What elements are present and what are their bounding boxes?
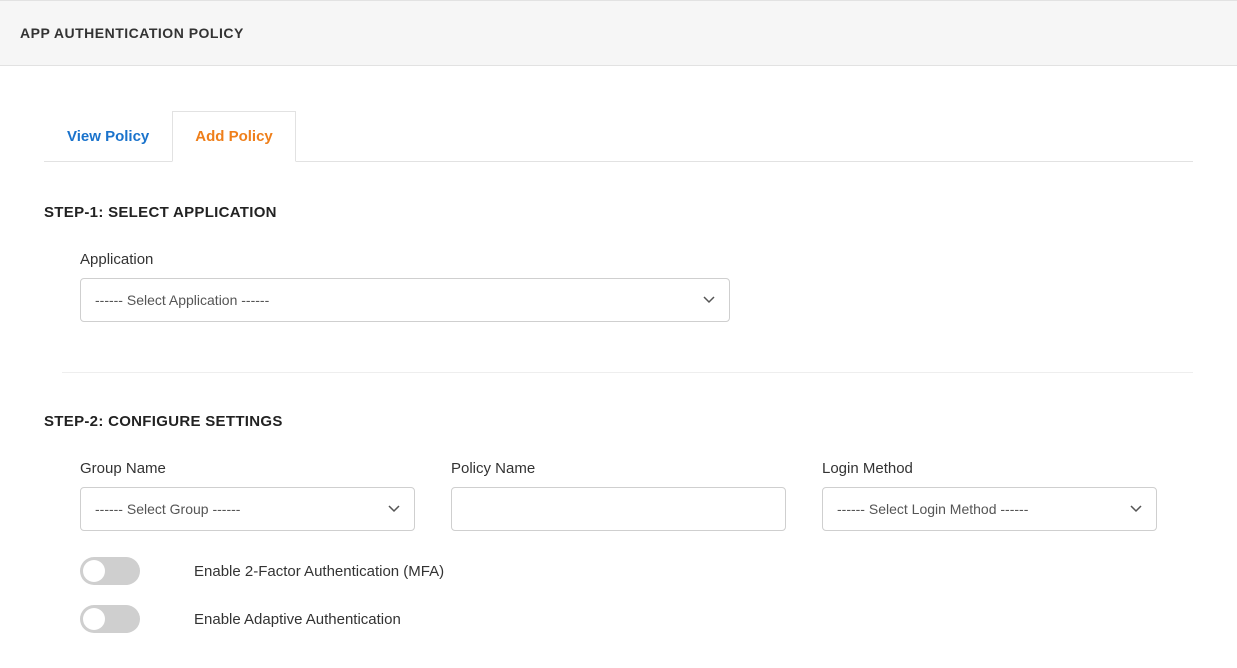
group-name-select[interactable]: ------ Select Group ------ — [80, 487, 415, 531]
mfa-toggle-label: Enable 2-Factor Authentication (MFA) — [194, 563, 444, 580]
policy-name-label: Policy Name — [451, 460, 786, 477]
step-1-title: STEP-1: SELECT APPLICATION — [44, 204, 1193, 221]
login-method-select[interactable]: ------ Select Login Method ------ — [822, 487, 1157, 531]
step-2-form: Group Name ------ Select Group ------ Po… — [44, 430, 1193, 633]
tab-bar: View Policy Add Policy — [44, 110, 1193, 162]
application-label: Application — [80, 251, 1157, 268]
application-select[interactable]: ------ Select Application ------ — [80, 278, 730, 322]
tab-view-policy[interactable]: View Policy — [44, 111, 172, 162]
main-content: View Policy Add Policy STEP-1: SELECT AP… — [0, 110, 1237, 633]
policy-name-input[interactable] — [451, 487, 786, 531]
step-2-title: STEP-2: CONFIGURE SETTINGS — [44, 413, 1193, 430]
page-header: APP AUTHENTICATION POLICY — [0, 0, 1237, 66]
mfa-toggle[interactable] — [80, 557, 140, 585]
tab-label: View Policy — [67, 128, 149, 145]
section-divider — [62, 372, 1193, 373]
tab-label: Add Policy — [195, 128, 273, 145]
page-title: APP AUTHENTICATION POLICY — [20, 25, 244, 41]
toggle-knob — [83, 608, 105, 630]
toggle-knob — [83, 560, 105, 582]
login-method-label: Login Method — [822, 460, 1157, 477]
adaptive-toggle[interactable] — [80, 605, 140, 633]
adaptive-toggle-label: Enable Adaptive Authentication — [194, 611, 401, 628]
step-1-form: Application ------ Select Application --… — [44, 251, 1193, 322]
tab-add-policy[interactable]: Add Policy — [172, 111, 296, 162]
group-name-label: Group Name — [80, 460, 415, 477]
